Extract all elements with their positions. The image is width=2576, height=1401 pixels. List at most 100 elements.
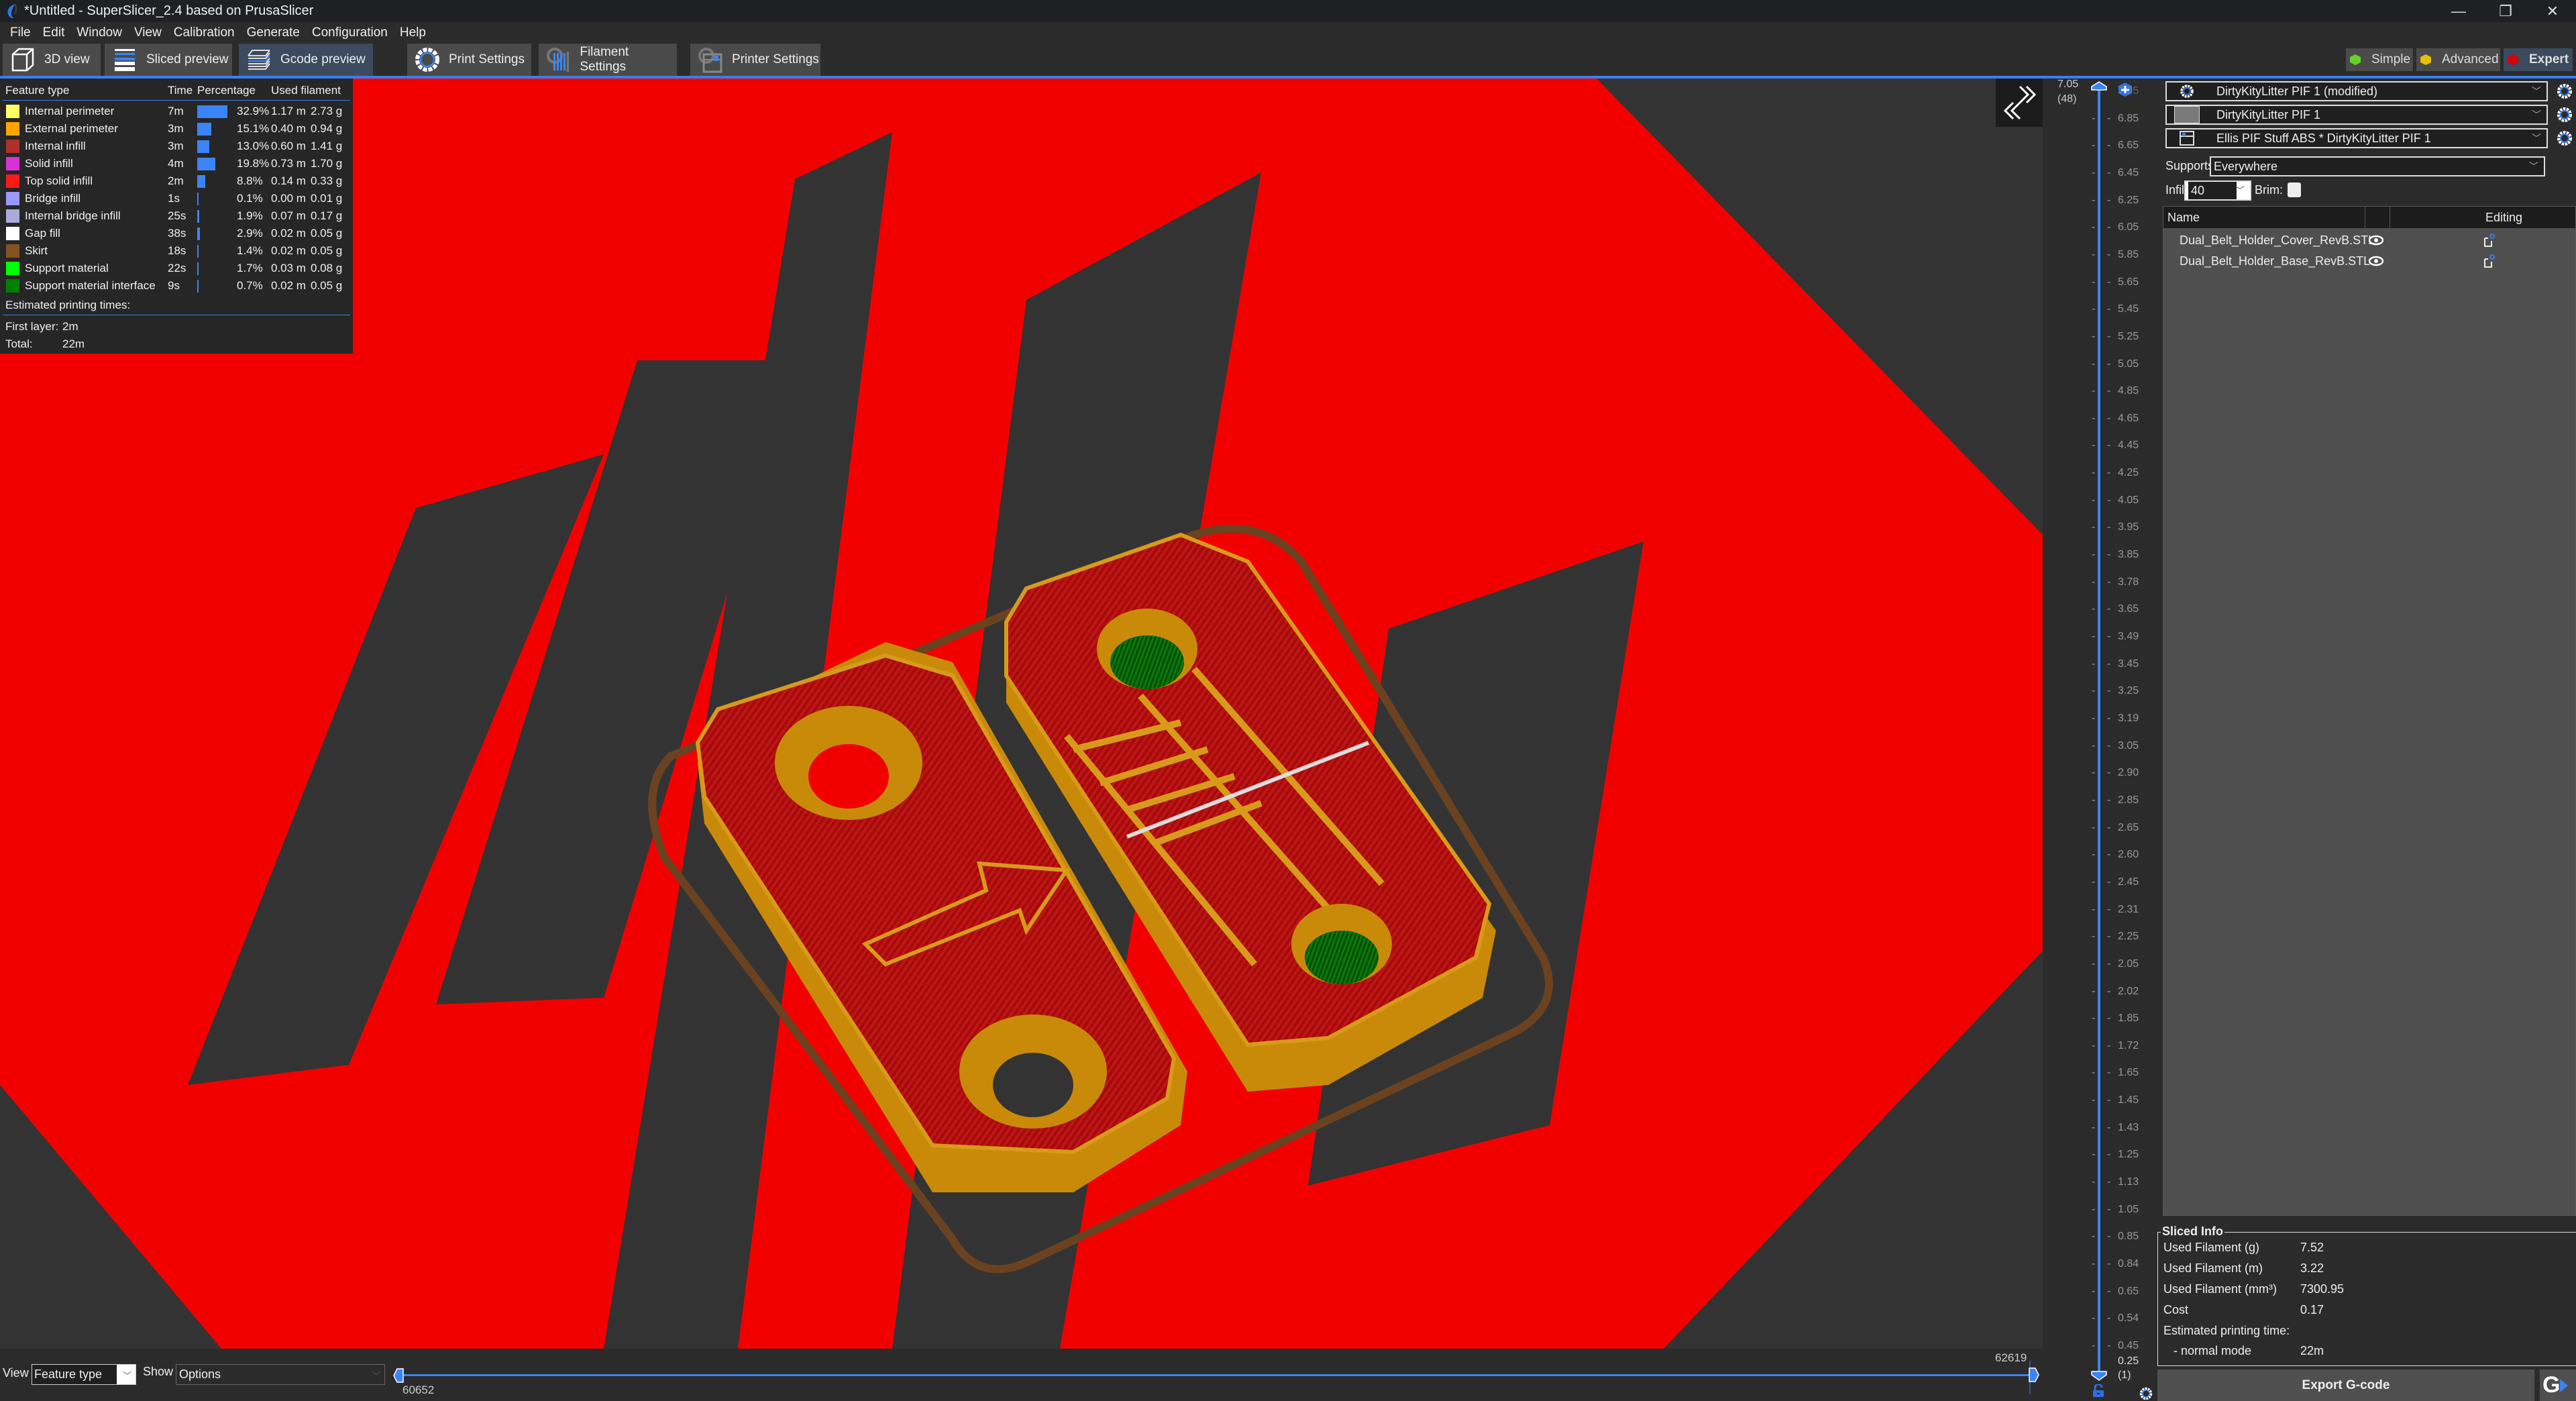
layer-tick: - -2.25 <box>2092 931 2139 943</box>
feature-time: 7m <box>168 105 184 117</box>
feature-color-swatch <box>6 244 19 258</box>
feature-length: 0.40 m <box>271 122 306 135</box>
filament-preset-combo[interactable]: DirtyKityLitter PIF 1 ﹀ <box>2165 105 2548 125</box>
tab-3d-view[interactable]: 3D view <box>3 44 101 76</box>
layer-tick: - -1.72 <box>2092 1039 2139 1051</box>
chevron-down-icon: ﹀ <box>2532 109 2541 120</box>
edit-settings-icon[interactable] <box>2483 254 2496 268</box>
feature-percentage-bar <box>197 227 200 240</box>
printer-preset-value: Ellis PIF Stuff ABS * DirtyKityLitter PI… <box>2216 131 2431 145</box>
printer-preset-edit-icon[interactable] <box>2556 129 2573 147</box>
supports-value: Everywhere <box>2214 159 2278 173</box>
col-name-header[interactable]: Name <box>2167 211 2200 225</box>
layer-tick: - -3.85 <box>2092 549 2139 561</box>
slider-settings-gear-icon[interactable] <box>2139 1387 2153 1400</box>
legend-row[interactable]: External perimeter 3m 15.1% 0.40 m 0.94 g <box>0 120 353 138</box>
layer-tick-label: 5.45 <box>2118 303 2139 315</box>
layer-tick-label: 2.02 <box>2118 985 2139 997</box>
brim-checkbox[interactable] <box>2288 183 2301 197</box>
show-options-value: Options <box>179 1367 221 1381</box>
menu-window[interactable]: Window <box>70 25 128 40</box>
tab-gcode-preview[interactable]: Gcode preview <box>239 44 373 76</box>
menu-edit[interactable]: Edit <box>37 25 71 40</box>
mode-expert-button[interactable]: Expert <box>2504 48 2573 71</box>
legend-row[interactable]: Internal perimeter 7m 32.9% 1.17 m 2.73 g <box>0 103 353 120</box>
object-row[interactable]: Dual_Belt_Holder_Base_RevB.STL <box>2163 252 2575 272</box>
object-row[interactable]: Dual_Belt_Holder_Cover_RevB.STL <box>2163 231 2575 251</box>
layer-tick-label: 2.65 <box>2118 821 2139 833</box>
legend-row[interactable]: Solid infill 4m 19.8% 0.73 m 1.70 g <box>0 155 353 172</box>
total-time-label: Total: <box>5 338 33 350</box>
print-preset-combo[interactable]: DirtyKityLitter PIF 1 (modified) ﹀ <box>2165 81 2548 101</box>
feature-weight: 1.41 g <box>311 140 343 152</box>
menu-calibration[interactable]: Calibration <box>168 25 241 40</box>
tab-sliced-preview[interactable]: Sliced preview <box>105 44 232 76</box>
eye-icon[interactable] <box>2369 255 2383 267</box>
tab-printer-settings[interactable]: Printer Settings <box>690 44 820 76</box>
restore-button[interactable]: ❐ <box>2482 0 2529 22</box>
layer-tick-label: 0.54 <box>2118 1312 2139 1325</box>
sliced-info-value: 7300.95 <box>2300 1282 2345 1296</box>
export-gcode-button[interactable]: Export G-code <box>2157 1369 2534 1401</box>
edit-settings-icon[interactable] <box>2483 233 2496 248</box>
lower-thumb-icon[interactable] <box>2091 1371 2107 1382</box>
move-slider-track[interactable] <box>399 1374 2033 1376</box>
tab-filament-settings[interactable]: Filament Settings <box>539 44 677 76</box>
layer-tick: - -2.05 <box>2092 957 2139 970</box>
menu-view[interactable]: View <box>128 25 168 40</box>
print-preset-edit-icon[interactable] <box>2556 83 2573 100</box>
printer-icon <box>696 45 725 74</box>
filament-preset-edit-icon[interactable] <box>2556 106 2573 123</box>
move-slider-end: 62619 <box>1995 1351 2027 1364</box>
layer-tick-label: 6.85 <box>2118 112 2139 124</box>
layer-tick: - -0.85 <box>2092 1231 2139 1243</box>
feature-weight: 0.05 g <box>311 279 343 292</box>
show-options-select[interactable]: Options ﹀ <box>176 1364 385 1385</box>
view-type-select[interactable]: Feature type ﹀ <box>32 1364 136 1385</box>
chevron-down-icon: ﹀ <box>2529 161 2538 172</box>
menu-generate[interactable]: Generate <box>241 25 306 40</box>
supports-select[interactable]: Everywhere ﹀ <box>2210 156 2545 176</box>
move-slider-right-thumb[interactable] <box>2029 1361 2042 1394</box>
menu-file[interactable]: File <box>4 25 37 40</box>
legend-row[interactable]: Support material interface 9s 0.7% 0.02 m 0.… <box>0 277 353 295</box>
mode-advanced-label: Advanced <box>2442 52 2499 66</box>
restore-icon: ❐ <box>2499 2 2512 19</box>
legend-row[interactable]: Internal bridge infill 25s 1.9% 0.07 m 0.17 … <box>0 207 353 225</box>
feature-name: External perimeter <box>25 122 118 135</box>
feature-color-swatch <box>6 174 19 188</box>
feature-weight: 0.05 g <box>311 244 343 257</box>
legend-row[interactable]: Skirt 18s 1.4% 0.02 m 0.05 g <box>0 242 353 260</box>
printer-preset-combo[interactable]: Ellis PIF Stuff ABS * DirtyKityLitter PI… <box>2165 128 2548 148</box>
sliced-info-label: - normal mode <box>2163 1344 2252 1357</box>
infill-combo[interactable]: 40 ﹀ <box>2184 180 2251 201</box>
send-gcode-button[interactable]: G <box>2540 1369 2576 1401</box>
layer-tick-label: 1.25 <box>2118 1149 2139 1161</box>
mode-advanced-button[interactable]: Advanced <box>2416 48 2500 71</box>
legend-row[interactable]: Internal infill 3m 13.0% 0.60 m 1.41 g <box>0 138 353 155</box>
tab-print-settings[interactable]: Print Settings <box>407 44 531 76</box>
legend-row[interactable]: Bridge infill 1s 0.1% 0.00 m 0.01 g <box>0 190 353 207</box>
close-button[interactable]: ✕ <box>2529 0 2576 22</box>
legend-row[interactable]: Top solid infill 2m 8.8% 0.14 m 0.33 g <box>0 172 353 190</box>
layer-slider[interactable]: 7.05 (48) 7.05- -6.85- -6.65- -6.45- -6.25- -… <box>2043 79 2153 1401</box>
feature-percentage: 15.1% <box>237 122 270 135</box>
menu-help[interactable]: Help <box>394 25 432 40</box>
object-list: Name Editing Dual_Belt_Holder_Cover_RevB… <box>2163 206 2576 1216</box>
col-editing-header[interactable]: Editing <box>2485 211 2522 225</box>
gcode-send-icon: G <box>2542 1372 2561 1398</box>
legend-row[interactable]: Support material 22s 1.7% 0.03 m 0.08 g <box>0 260 353 277</box>
mode-simple-button[interactable]: Simple <box>2346 48 2413 71</box>
sliced-info-row: Used Filament (mm³) 7300.95 <box>2163 1282 2344 1296</box>
minimize-button[interactable]: — <box>2435 0 2482 22</box>
move-slider-left-thumb[interactable] <box>393 1368 404 1383</box>
feature-weight: 0.05 g <box>311 227 343 240</box>
menu-bar: File Edit Window View Calibration Genera… <box>0 22 2576 44</box>
eye-icon[interactable] <box>2369 234 2383 246</box>
superslicer-logo-icon <box>7 3 17 18</box>
legend-row[interactable]: Gap fill 38s 2.9% 0.02 m 0.05 g <box>0 225 353 242</box>
menu-configuration[interactable]: Configuration <box>306 25 394 40</box>
collapse-sidebar-button[interactable] <box>1996 79 2043 127</box>
layer-tick-label: 5.85 <box>2118 248 2139 260</box>
unlock-icon[interactable] <box>2092 1384 2105 1398</box>
